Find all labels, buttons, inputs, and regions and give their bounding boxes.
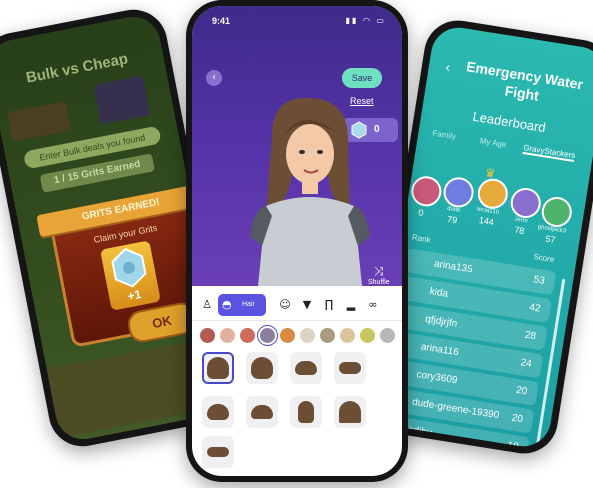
shuffle-button[interactable]: ⤨ Shuffle <box>368 264 390 286</box>
hair-style-tile[interactable] <box>290 352 322 384</box>
tab-family[interactable]: Family <box>432 129 457 142</box>
hair-style-tile[interactable] <box>334 352 366 384</box>
row-score: 18 <box>506 440 520 451</box>
pants-icon[interactable]: ∏ <box>322 298 336 312</box>
hair-style-tile[interactable] <box>202 352 234 384</box>
hair-color-swatch[interactable] <box>200 328 215 343</box>
hair-style-icon <box>207 404 229 420</box>
hair-style-icon <box>298 401 314 423</box>
row-score: 20 <box>510 412 524 426</box>
glasses-icon[interactable]: ∞ <box>366 298 380 312</box>
hair-style-icon <box>251 357 273 379</box>
hair-color-swatch[interactable] <box>340 328 355 343</box>
row-name: adjhu <box>406 424 433 440</box>
hair-color-swatch[interactable] <box>240 328 255 343</box>
avatar <box>475 176 510 211</box>
status-icons: ▮▮ ◠ ▭ <box>345 16 386 25</box>
hair-tab-label: Hair <box>242 301 255 308</box>
hair-color-swatch[interactable] <box>300 328 315 343</box>
hair-style-icon <box>207 447 229 457</box>
status-time: 9:41 <box>212 16 231 26</box>
hair-style-tile[interactable] <box>246 396 278 428</box>
row-name: kida <box>428 286 449 300</box>
shirt-icon[interactable]: ▼ <box>300 298 314 312</box>
avatar <box>508 185 543 221</box>
hair-style-icon <box>339 362 361 374</box>
hair-style-tile[interactable] <box>202 396 234 428</box>
rank-header: Rank <box>411 232 432 245</box>
hair-color-swatch[interactable] <box>320 328 335 343</box>
avatar <box>539 194 574 230</box>
row-score: 24 <box>519 357 533 370</box>
row-name: arina116 <box>420 341 460 359</box>
row-name: qfjdjrjfn <box>424 313 459 330</box>
hair-style-tile[interactable] <box>202 436 234 468</box>
shuffle-label: Shuffle <box>368 279 390 286</box>
tab-gravystackers[interactable]: GravyStackers <box>522 143 576 163</box>
tab-my-age[interactable]: My Age <box>479 136 507 149</box>
hair-color-swatch[interactable] <box>260 328 275 343</box>
row-name: dude-greene-19390 <box>411 396 500 422</box>
category-toolbar: ♙ ◓ Hair ☺ ▼ ∏ ▂ ∞ <box>192 290 402 321</box>
hair-style-tile[interactable] <box>246 352 278 384</box>
hair-color-swatch[interactable] <box>280 328 295 343</box>
hair-style-tile[interactable] <box>290 396 322 428</box>
hair-style-icon <box>207 357 229 379</box>
row-name: arina135 <box>433 258 474 276</box>
hair-icon: ◓ <box>222 298 232 311</box>
hair-color-swatch[interactable] <box>360 328 375 343</box>
score-header: Score <box>532 251 555 265</box>
row-score: 20 <box>515 384 529 398</box>
hair-color-swatch[interactable] <box>380 328 395 343</box>
shuffle-icon: ⤨ <box>374 264 384 278</box>
row-score: 53 <box>532 274 546 287</box>
shoe-icon[interactable]: ▂ <box>344 298 358 312</box>
avatar <box>441 175 476 210</box>
hair-style-icon <box>295 361 317 375</box>
center-phone: 9:41 ▮▮ ◠ ▭ ‹ Save Reset 0 ⤨ Shuffle ♙ ◓… <box>186 0 408 482</box>
grit-gem-icon: +1 <box>100 240 161 311</box>
hair-style-icon <box>339 401 361 423</box>
hair-color-swatch[interactable] <box>220 328 235 343</box>
face-icon[interactable]: ☺ <box>278 298 292 312</box>
center-screen: 9:41 ▮▮ ◠ ▭ ‹ Save Reset 0 ⤨ Shuffle ♙ ◓… <box>192 6 402 476</box>
avatar <box>409 174 444 209</box>
row-name: cory3609 <box>415 369 459 387</box>
body-icon[interactable]: ♙ <box>200 298 214 312</box>
hair-style-icon <box>251 405 273 419</box>
back-button[interactable]: ‹ <box>206 70 222 86</box>
leaderboard-podium: 0 dutte 79 ♛ lecia210 144 Jerm 78 ghostj… <box>403 160 588 257</box>
avatar-preview-area: 9:41 ▮▮ ◠ ▭ ‹ Save Reset 0 ⤨ Shuffle <box>192 6 402 286</box>
row-score: 42 <box>528 301 542 315</box>
tab-hair[interactable]: ◓ Hair <box>218 294 266 316</box>
save-button[interactable]: Save <box>342 68 382 88</box>
activity-title: Emergency Water Fight <box>465 58 585 104</box>
hair-style-tile[interactable] <box>334 396 366 428</box>
row-score: 28 <box>524 329 537 343</box>
avatar-character <box>250 97 370 286</box>
